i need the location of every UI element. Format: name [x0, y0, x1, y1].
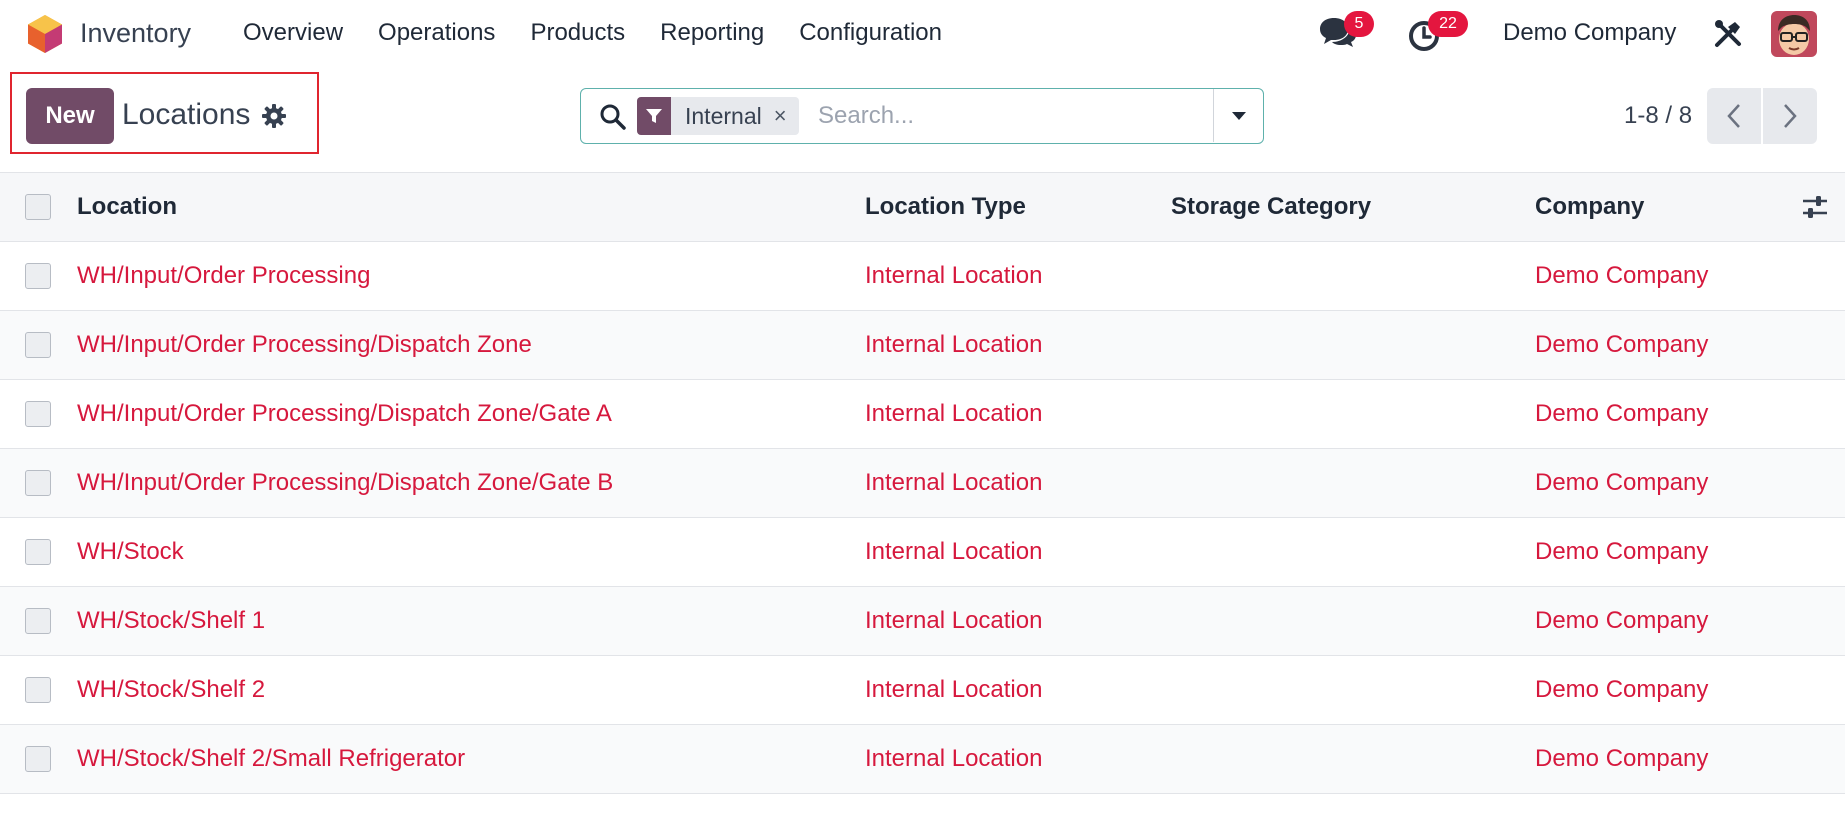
top-navbar: Inventory Overview Operations Products R…: [0, 0, 1845, 66]
gear-icon[interactable]: [261, 103, 287, 129]
table-row[interactable]: WH/Stock/Shelf 2 Internal Location Demo …: [0, 656, 1845, 725]
filter-facet-label: Internal: [685, 102, 762, 129]
table-row[interactable]: WH/Stock/Shelf 1 Internal Location Demo …: [0, 587, 1845, 656]
activities-badge: 22: [1428, 11, 1468, 37]
chevron-left-icon: [1727, 104, 1740, 128]
menu-configuration[interactable]: Configuration: [799, 18, 942, 48]
row-select: [25, 311, 51, 379]
locations-list: Location Location Type Storage Category …: [0, 172, 1845, 794]
new-button[interactable]: New: [26, 88, 114, 144]
messages-badge: 5: [1344, 11, 1374, 37]
chevron-right-icon: [1784, 104, 1797, 128]
company[interactable]: Demo Company: [1535, 725, 1708, 793]
search-icon[interactable]: [599, 103, 627, 131]
company[interactable]: Demo Company: [1535, 518, 1708, 586]
menu-products[interactable]: Products: [530, 18, 625, 48]
page-title: Locations: [122, 98, 251, 131]
location-name[interactable]: WH/Stock: [77, 518, 184, 586]
pager-value[interactable]: 1-8 / 8: [1624, 101, 1692, 131]
location-name[interactable]: WH/Input/Order Processing/Dispatch Zone/…: [77, 380, 612, 448]
company-switcher[interactable]: Demo Company: [1503, 18, 1676, 48]
location-name[interactable]: WH/Stock/Shelf 2/Small Refrigerator: [77, 725, 465, 793]
column-header-location-type[interactable]: Location Type: [865, 173, 1026, 241]
company[interactable]: Demo Company: [1535, 449, 1708, 517]
location-name[interactable]: WH/Input/Order Processing/Dispatch Zone: [77, 311, 532, 379]
row-checkbox[interactable]: [25, 608, 51, 634]
row-checkbox[interactable]: [25, 746, 51, 772]
row-select: [25, 725, 51, 793]
search-input[interactable]: [818, 99, 1208, 133]
location-type[interactable]: Internal Location: [865, 725, 1042, 793]
column-header-storage-category[interactable]: Storage Category: [1171, 173, 1371, 241]
location-type[interactable]: Internal Location: [865, 587, 1042, 655]
row-checkbox[interactable]: [25, 677, 51, 703]
company[interactable]: Demo Company: [1535, 242, 1708, 310]
search-bar: Internal ×: [580, 88, 1264, 144]
table-row[interactable]: WH/Input/Order Processing/Dispatch Zone/…: [0, 380, 1845, 449]
table-row[interactable]: WH/Stock Internal Location Demo Company: [0, 518, 1845, 587]
row-select: [25, 449, 51, 517]
location-name[interactable]: WH/Stock/Shelf 2: [77, 656, 265, 724]
app-logo-icon[interactable]: [26, 14, 64, 54]
company[interactable]: Demo Company: [1535, 656, 1708, 724]
app-name[interactable]: Inventory: [80, 16, 191, 50]
tools-icon[interactable]: [1713, 19, 1743, 49]
menu-operations[interactable]: Operations: [378, 18, 495, 48]
caret-down-icon: [1231, 111, 1246, 120]
location-type[interactable]: Internal Location: [865, 311, 1042, 379]
main-menu: Overview Operations Products Reporting C…: [243, 18, 977, 48]
row-checkbox[interactable]: [25, 401, 51, 427]
table-header: Location Location Type Storage Category …: [0, 172, 1845, 242]
company[interactable]: Demo Company: [1535, 380, 1708, 448]
table-row[interactable]: WH/Input/Order Processing/Dispatch Zone …: [0, 311, 1845, 380]
company[interactable]: Demo Company: [1535, 311, 1708, 379]
remove-facet-icon[interactable]: ×: [774, 103, 799, 129]
table-row[interactable]: WH/Input/Order Processing/Dispatch Zone/…: [0, 449, 1845, 518]
search-options-toggle[interactable]: [1213, 89, 1263, 142]
pager-next-button[interactable]: [1763, 88, 1817, 144]
row-select: [25, 380, 51, 448]
column-header-location[interactable]: Location: [77, 173, 177, 241]
pager-previous-button[interactable]: [1707, 88, 1761, 144]
location-name[interactable]: WH/Input/Order Processing/Dispatch Zone/…: [77, 449, 613, 517]
row-checkbox[interactable]: [25, 332, 51, 358]
select-all-checkbox[interactable]: [25, 194, 51, 220]
location-type[interactable]: Internal Location: [865, 518, 1042, 586]
avatar[interactable]: [1771, 11, 1817, 57]
row-checkbox[interactable]: [25, 539, 51, 565]
optional-columns-icon[interactable]: [1801, 173, 1829, 241]
location-type[interactable]: Internal Location: [865, 449, 1042, 517]
table-row[interactable]: WH/Input/Order Processing Internal Locat…: [0, 242, 1845, 311]
menu-reporting[interactable]: Reporting: [660, 18, 764, 48]
location-name[interactable]: WH/Stock/Shelf 1: [77, 587, 265, 655]
filter-icon: [637, 97, 671, 135]
row-checkbox[interactable]: [25, 263, 51, 289]
menu-overview[interactable]: Overview: [243, 18, 343, 48]
location-type[interactable]: Internal Location: [865, 380, 1042, 448]
location-type[interactable]: Internal Location: [865, 656, 1042, 724]
location-type[interactable]: Internal Location: [865, 242, 1042, 310]
location-name[interactable]: WH/Input/Order Processing: [77, 242, 370, 310]
filter-facet: Internal ×: [637, 97, 799, 135]
row-select: [25, 587, 51, 655]
row-select: [25, 518, 51, 586]
table-row[interactable]: WH/Stock/Shelf 2/Small Refrigerator Inte…: [0, 725, 1845, 794]
row-select: [25, 242, 51, 310]
header-select-all: [25, 173, 51, 241]
row-select: [25, 656, 51, 724]
row-checkbox[interactable]: [25, 470, 51, 496]
company[interactable]: Demo Company: [1535, 587, 1708, 655]
column-header-company[interactable]: Company: [1535, 173, 1644, 241]
